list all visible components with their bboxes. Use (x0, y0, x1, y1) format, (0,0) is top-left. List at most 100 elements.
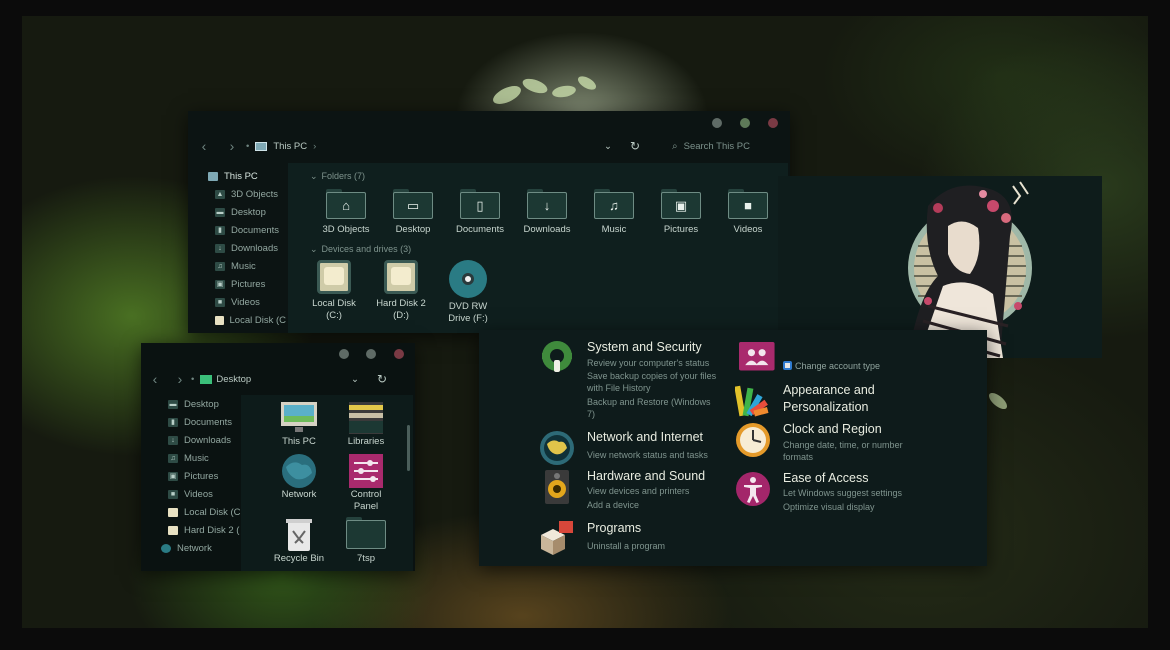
sidebar-item-documents[interactable]: ▮ Documents (141, 413, 241, 431)
desktop-item-this-pc[interactable]: This PC (269, 401, 329, 448)
cp-title[interactable]: Network and Internet (587, 430, 703, 444)
cp-link[interactable]: Backup and Restore (Windows (587, 396, 711, 409)
breadcrumb-chevron-icon[interactable]: › (313, 141, 316, 152)
title-bar[interactable] (141, 343, 415, 365)
back-arrow-icon[interactable]: ‹ (141, 371, 169, 387)
drive-icon (168, 525, 178, 535)
breadcrumb[interactable]: Desktop (216, 374, 251, 385)
cp-link[interactable]: formats (783, 451, 813, 464)
monitor-icon (281, 402, 317, 432)
minimize-button[interactable] (712, 118, 722, 128)
sidebar-item-local-disk[interactable]: Local Disk (C (188, 311, 286, 329)
cp-title[interactable]: Ease of Access (783, 471, 868, 485)
monitor-icon (208, 171, 218, 181)
sidebar-item-documents[interactable]: ▮ Documents (188, 221, 286, 239)
history-dropdown-icon[interactable]: ⌄ (604, 141, 612, 152)
close-button[interactable] (768, 118, 778, 128)
minimize-button[interactable] (339, 349, 349, 359)
drive-hard-disk-2-d[interactable]: Hard Disk 2 (D:) (371, 260, 431, 322)
folder-downloads[interactable]: ↓ Downloads (513, 189, 581, 235)
cp-link[interactable]: View network status and tasks (587, 449, 708, 462)
desktop-icon: ▬ (215, 207, 225, 217)
sidebar-item-music[interactable]: ♫ Music (188, 257, 286, 275)
folder-documents[interactable]: ▯ Documents (446, 189, 514, 235)
sidebar-item-hard-disk-2[interactable]: Hard Disk 2 ( (141, 521, 241, 539)
globe-icon (540, 431, 574, 465)
search-box[interactable]: ⌕ Search This PC (672, 141, 750, 152)
cube-icon: ▲ (215, 189, 225, 199)
drive-dvd-rw-f[interactable]: DVD RW Drive (F:) (438, 260, 498, 325)
globe-icon (282, 454, 316, 488)
address-bar: ‹ › • This PC › ⌄ ↻ ⌕ Search This PC (188, 135, 790, 157)
hard-drive-icon (384, 260, 418, 294)
cp-link[interactable]: 7) (587, 408, 595, 421)
desktop-item-libraries[interactable]: Libraries (336, 401, 396, 448)
sidebar-item-videos[interactable]: ■ Videos (141, 485, 241, 503)
title-bar[interactable] (188, 111, 790, 133)
sidebar-item-videos[interactable]: ■ Videos (188, 293, 286, 311)
folder-videos[interactable]: ■ Videos (714, 189, 782, 235)
cp-link[interactable]: Review your computer's status (587, 357, 709, 370)
cp-title[interactable]: Programs (587, 521, 641, 535)
folder-pictures[interactable]: ▣ Pictures (647, 189, 715, 235)
history-dropdown-icon[interactable]: ⌄ (351, 374, 359, 385)
download-icon: ↓ (543, 198, 551, 213)
sidebar-item-network[interactable]: Network (141, 539, 241, 557)
cp-link[interactable]: with File History (587, 382, 651, 395)
folder-icon (346, 520, 386, 549)
sidebar-item-downloads[interactable]: ↓ Downloads (141, 431, 241, 449)
back-arrow-icon[interactable]: ‹ (190, 138, 218, 154)
cp-link[interactable]: Add a device (587, 499, 639, 512)
cp-link[interactable]: Optimize visual display (783, 501, 875, 514)
folder-label: Documents (455, 224, 505, 235)
sidebar-item-pictures[interactable]: ▣ Pictures (141, 467, 241, 485)
desktop-item-control-panel[interactable]: Control Panel (336, 453, 396, 513)
desktop-icon: ▬ (168, 399, 178, 409)
forward-arrow-icon[interactable]: › (218, 138, 246, 154)
cp-title[interactable]: Appearance and Personalization (783, 382, 875, 416)
cp-link[interactable]: Let Windows suggest settings (783, 487, 902, 500)
folder-label: Downloads (523, 224, 571, 235)
drives-section-header[interactable]: ⌄ Devices and drives (3) (310, 244, 411, 255)
desktop-item-recycle-bin[interactable]: Recycle Bin (269, 517, 329, 565)
folder-desktop[interactable]: ▭ Desktop (379, 189, 447, 235)
folders-section-header[interactable]: ⌄ Folders (7) (310, 171, 365, 182)
cp-link[interactable]: Uninstall a program (587, 540, 665, 553)
video-icon: ■ (744, 198, 752, 213)
desktop-item-network[interactable]: Network (269, 453, 329, 501)
sidebar-item-3d-objects[interactable]: ▲ 3D Objects (188, 185, 286, 203)
sidebar-item-downloads[interactable]: ↓ Downloads (188, 239, 286, 257)
sidebar-item-desktop[interactable]: ▬ Desktop (141, 395, 241, 413)
document-icon: ▮ (168, 417, 178, 427)
cp-title[interactable]: Hardware and Sound (587, 469, 705, 483)
sidebar-item-local-disk[interactable]: Local Disk (C (141, 503, 241, 521)
refresh-icon[interactable]: ↻ (630, 139, 640, 153)
desktop-item-7tsp[interactable]: 7tsp (336, 517, 396, 565)
content-scrollbar[interactable] (407, 425, 410, 471)
folder-music[interactable]: ♫ Music (580, 189, 648, 235)
breadcrumb[interactable]: This PC (273, 141, 307, 152)
sidebar-item-this-pc[interactable]: This PC (188, 167, 286, 185)
forward-arrow-icon[interactable]: › (169, 371, 191, 387)
drive-local-disk-c[interactable]: Local Disk (C:) (304, 260, 364, 322)
dvd-disc-icon (449, 260, 487, 298)
maximize-button[interactable] (366, 349, 376, 359)
control-panel-window: System and Security Review your computer… (479, 330, 987, 566)
cp-link[interactable]: View devices and printers (587, 485, 689, 498)
folder-label: Desktop (395, 224, 431, 235)
search-input[interactable]: Search This PC (684, 141, 750, 152)
sidebar-item-label: This PC (224, 170, 258, 182)
maximize-button[interactable] (740, 118, 750, 128)
cp-title[interactable]: Clock and Region (783, 422, 882, 436)
sidebar-item-label: Pictures (231, 278, 266, 290)
libraries-icon (349, 402, 383, 434)
sidebar-item-desktop[interactable]: ▬ Desktop (188, 203, 286, 221)
sidebar-item-music[interactable]: ♫ Music (141, 449, 241, 467)
sidebar-item-pictures[interactable]: ▣ Pictures (188, 275, 286, 293)
folder-3d-objects[interactable]: ⌂ 3D Objects (312, 189, 380, 235)
refresh-icon[interactable]: ↻ (377, 372, 387, 386)
chevron-down-icon: ⌄ (310, 244, 318, 254)
close-button[interactable] (394, 349, 404, 359)
cp-link[interactable]: Change account type (783, 360, 880, 373)
cp-title[interactable]: System and Security (587, 340, 702, 354)
